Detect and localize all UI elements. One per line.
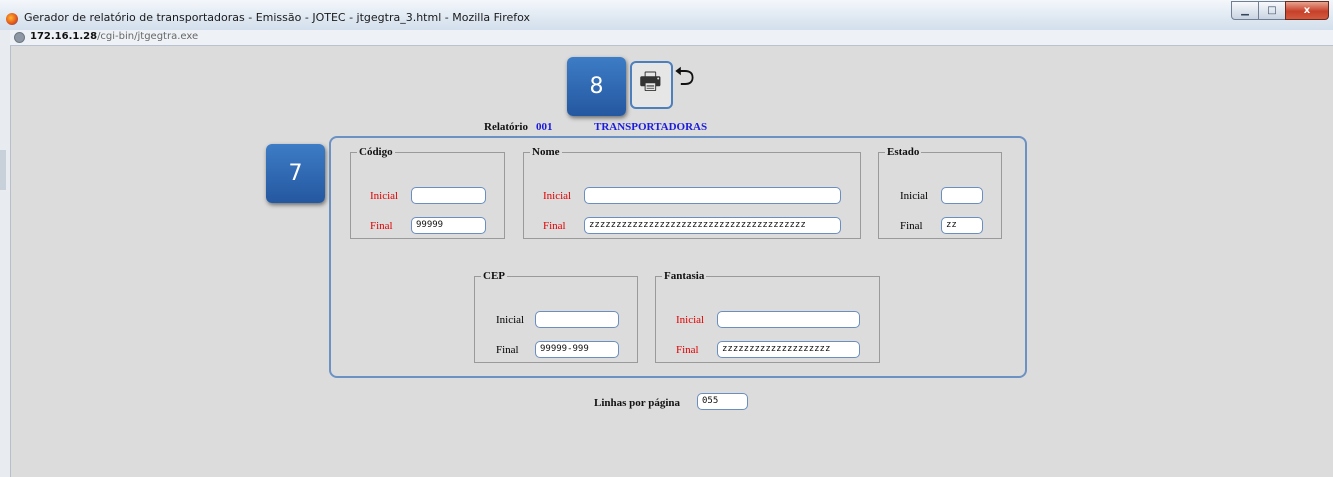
title-bar: Gerador de relatório de transportadoras … (0, 0, 1333, 31)
back-arrow-icon[interactable]: ⮌ (674, 64, 695, 90)
step-7-callout: 7 (266, 144, 325, 203)
printer-icon: 🖶 (639, 67, 662, 95)
close-button[interactable]: x (1285, 1, 1329, 20)
url-text[interactable]: 172.16.1.28/cgi-bin/jtgegtra.exe (30, 31, 198, 42)
globe-icon (14, 32, 25, 43)
estado-title: Estado (887, 146, 920, 158)
fantasia-inicial-label: Inicial (676, 314, 705, 326)
cep-title: CEP (483, 270, 505, 282)
sidebar-grip[interactable] (0, 150, 6, 190)
url-host: 172.16.1.28 (30, 31, 98, 42)
maximize-button[interactable]: □ (1258, 1, 1286, 20)
codigo-inicial-label: Inicial (370, 190, 399, 202)
report-label: Relatório (484, 121, 528, 133)
nome-inicial-input[interactable] (584, 187, 841, 204)
estado-final-label: Final (900, 220, 923, 232)
codigo-inicial-input[interactable] (411, 187, 486, 204)
estado-inicial-input[interactable] (941, 187, 983, 204)
window-title: Gerador de relatório de transportadoras … (24, 11, 531, 24)
nome-group: Nome Inicial Final zzzzzzzzzzzzzzzzzzzzz… (523, 146, 861, 239)
estado-inicial-label: Inicial (900, 190, 929, 202)
firefox-icon (6, 13, 18, 25)
estado-group: Estado Inicial Final zz (878, 146, 1002, 239)
cep-inicial-input[interactable] (535, 311, 619, 328)
lines-per-page-label: Linhas por página (594, 397, 681, 409)
estado-final-input[interactable]: zz (941, 217, 983, 234)
cep-group: CEP Inicial Final 99999-999 (474, 270, 638, 363)
url-path: /cgi-bin/jtgegtra.exe (97, 31, 199, 42)
browser-window: Gerador de relatório de transportadoras … (0, 0, 1333, 477)
lines-per-page-input[interactable]: 055 (697, 393, 748, 410)
nome-title: Nome (532, 146, 560, 158)
cep-inicial-label: Inicial (496, 314, 525, 326)
codigo-final-input[interactable]: 99999 (411, 217, 486, 234)
print-button[interactable]: 🖶 (630, 61, 673, 109)
codigo-final-label: Final (370, 220, 393, 232)
codigo-group: Código Inicial Final 99999 (350, 146, 505, 239)
fantasia-inicial-input[interactable] (717, 311, 860, 328)
cep-final-input[interactable]: 99999-999 (535, 341, 619, 358)
fantasia-final-label: Final (676, 344, 699, 356)
nome-final-label: Final (543, 220, 566, 232)
nome-final-input[interactable]: zzzzzzzzzzzzzzzzzzzzzzzzzzzzzzzzzzzzzzzz (584, 217, 841, 234)
codigo-title: Código (359, 146, 393, 158)
fantasia-group: Fantasia Inicial Final zzzzzzzzzzzzzzzzz… (655, 270, 880, 363)
report-code: 001 (536, 121, 553, 133)
cep-final-label: Final (496, 344, 519, 356)
step-8-callout: 8 (567, 57, 626, 116)
fantasia-title: Fantasia (664, 270, 705, 282)
address-bar[interactable]: 172.16.1.28/cgi-bin/jtgegtra.exe (10, 30, 1333, 46)
report-name: TRANSPORTADORAS (594, 121, 708, 133)
fantasia-final-input[interactable]: zzzzzzzzzzzzzzzzzzzz (717, 341, 860, 358)
window-controls: ▁ □ x (1231, 1, 1329, 20)
minimize-button[interactable]: ▁ (1231, 1, 1259, 20)
nome-inicial-label: Inicial (543, 190, 572, 202)
sidebar-edge (0, 30, 11, 477)
